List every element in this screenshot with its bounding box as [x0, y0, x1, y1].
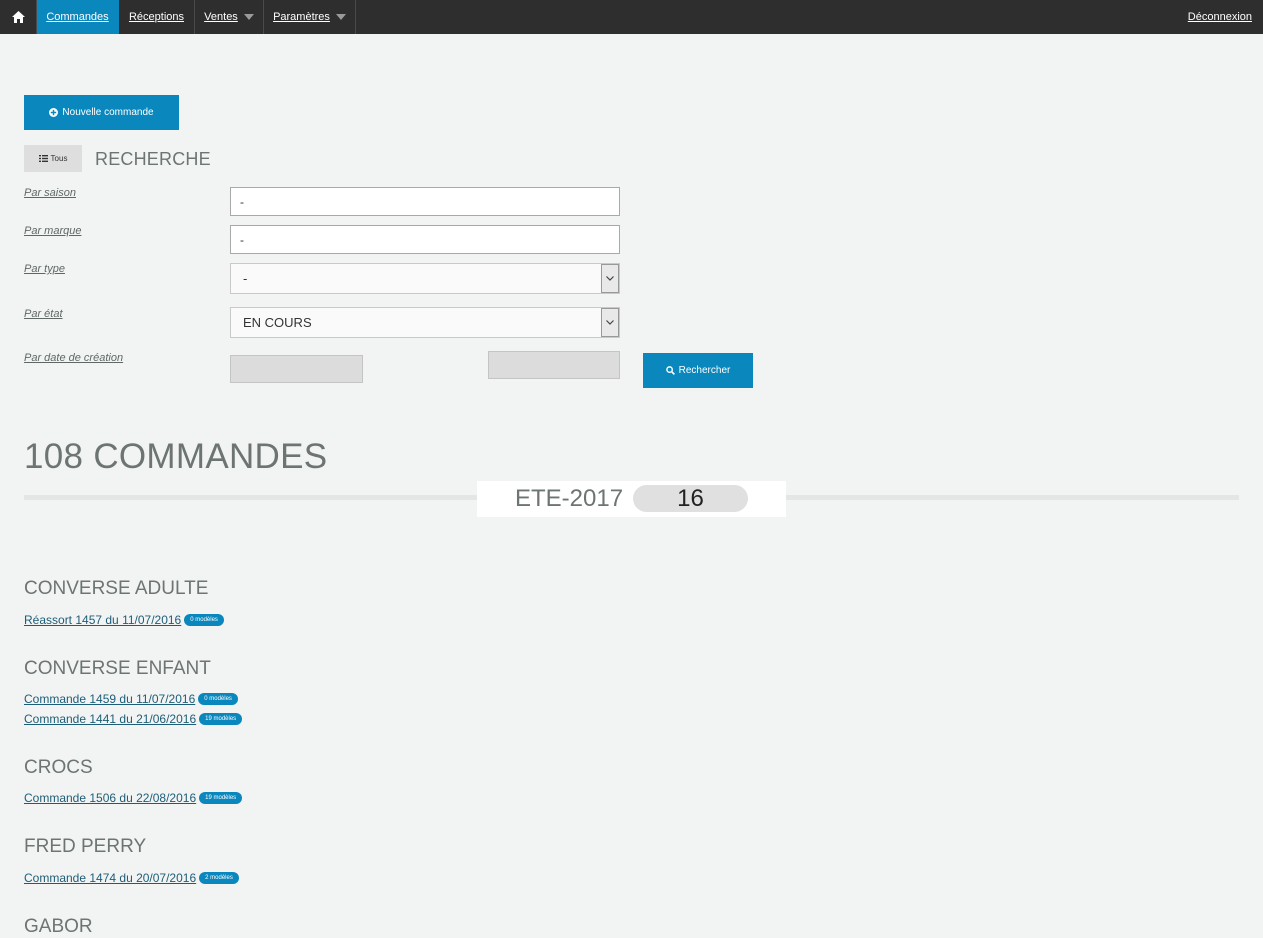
search-icon — [665, 366, 675, 375]
state-select-value: EN COURS — [243, 315, 312, 330]
season-count-badge: 16 — [633, 485, 748, 512]
new-order-button[interactable]: Nouvelle commande — [24, 95, 179, 130]
state-select[interactable]: EN COURS — [230, 307, 620, 338]
nav-commandes-label: Commandes — [46, 11, 109, 23]
chevron-down-icon — [243, 14, 254, 20]
chevron-down-icon — [601, 264, 619, 293]
models-badge: 0 modèles — [184, 614, 224, 626]
date-from-input[interactable] — [230, 355, 363, 383]
nav-parametres[interactable]: Paramètres — [264, 0, 356, 34]
nav-ventes[interactable]: Ventes — [195, 0, 264, 34]
models-badge: 19 modèles — [199, 713, 243, 725]
brand-title: CONVERSE ADULTE — [24, 578, 209, 599]
season-input[interactable] — [230, 187, 620, 216]
type-select-value: - — [243, 271, 248, 286]
order-link[interactable]: Commande 1506 du 22/08/2016 — [24, 791, 196, 805]
list-item: Commande 1441 du 21/06/2016 19 modèles — [24, 712, 243, 726]
filter-all-label: Tous — [50, 154, 68, 163]
search-button-label: Rechercher — [678, 365, 731, 376]
nav-home[interactable] — [0, 0, 37, 34]
season-label: Par saison — [24, 187, 76, 199]
chevron-down-icon — [335, 14, 346, 20]
top-navbar: Commandes Réceptions Ventes Paramètres D… — [0, 0, 1263, 34]
nav-receptions-label: Réceptions — [128, 11, 185, 23]
filter-all-button[interactable]: Tous — [24, 145, 82, 172]
list-item: Commande 1474 du 20/07/2016 2 modèles — [24, 871, 239, 885]
brand-title: CROCS — [24, 757, 93, 778]
nav-parametres-label: Paramètres — [273, 11, 330, 23]
models-badge: 2 modèles — [199, 872, 239, 884]
brand-title: GABOR — [24, 916, 93, 937]
season-name: ETE-2017 — [515, 485, 624, 512]
brand-title: FRED PERRY — [24, 836, 147, 857]
date-to-input[interactable] — [488, 351, 620, 379]
logout-link[interactable]: Déconnexion — [1188, 0, 1252, 34]
list-item: Commande 1506 du 22/08/2016 19 modèles — [24, 791, 243, 805]
models-badge: 19 modèles — [199, 792, 243, 804]
order-link[interactable]: Réassort 1457 du 11/07/2016 — [24, 613, 181, 627]
plus-circle-icon — [49, 108, 59, 117]
chevron-down-icon — [601, 308, 619, 337]
order-link[interactable]: Commande 1441 du 21/06/2016 — [24, 712, 196, 726]
order-link[interactable]: Commande 1459 du 11/07/2016 — [24, 692, 195, 706]
brand-input[interactable] — [230, 225, 620, 254]
order-link[interactable]: Commande 1474 du 20/07/2016 — [24, 871, 196, 885]
type-select[interactable]: - — [230, 263, 620, 294]
nav-commandes[interactable]: Commandes — [37, 0, 119, 34]
brand-label: Par marque — [24, 225, 82, 237]
list-item: Commande 1459 du 11/07/2016 0 modèles — [24, 692, 238, 706]
search-button[interactable]: Rechercher — [643, 353, 753, 388]
models-badge: 0 modèles — [198, 693, 238, 705]
search-heading: RECHERCHE — [95, 149, 211, 169]
list-item: Réassort 1457 du 11/07/2016 0 modèles — [24, 613, 224, 627]
date-label: Par date de création — [24, 352, 124, 364]
state-label: Par état — [24, 308, 63, 320]
nav-receptions[interactable]: Réceptions — [119, 0, 195, 34]
brand-title: CONVERSE ENFANT — [24, 658, 211, 679]
orders-count-heading: 108 COMMANDES — [24, 437, 328, 476]
new-order-label: Nouvelle commande — [62, 107, 154, 118]
home-icon — [11, 11, 25, 23]
list-icon — [38, 155, 48, 162]
nav-ventes-label: Ventes — [204, 11, 238, 23]
type-label: Par type — [24, 263, 65, 275]
